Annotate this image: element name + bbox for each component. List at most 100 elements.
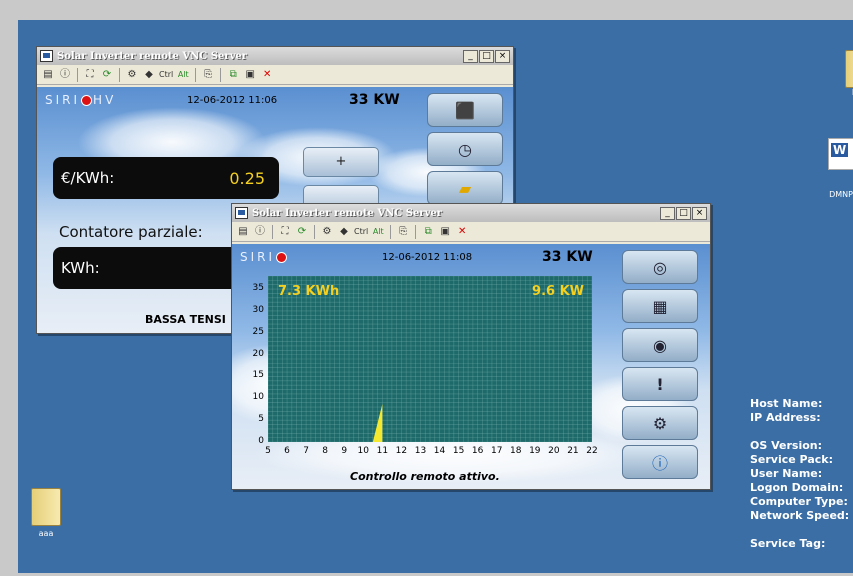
app-icon [235, 207, 248, 219]
title-bar[interactable]: Solar Inverter remote VNC Server _ □ × [232, 204, 710, 222]
x-tick-label: 15 [452, 446, 465, 456]
x-tick-label: 5 [265, 446, 271, 456]
sirio-logo: SIRI HV [45, 93, 117, 107]
x-tick-label: 12 [395, 446, 408, 456]
new-connection-icon[interactable]: ⧉ [421, 225, 435, 239]
toolbar-separator [195, 67, 197, 82]
fullscreen-icon[interactable]: ⛶ [83, 68, 97, 82]
chart-plot [268, 276, 592, 442]
x-tick-label: 7 [303, 446, 309, 456]
app-icon [40, 50, 53, 62]
vnc-toolbar: ▤ ⓘ ⛶ ⟳ ⚙ ◆ Ctrl Alt ⎘ ⧉ ▣ ✕ [232, 222, 710, 242]
properties-icon[interactable]: ▤ [236, 225, 250, 239]
alert-icon: ! [656, 374, 664, 394]
energy-total: 7.3 KWh [278, 284, 340, 299]
clock-button[interactable]: ◷ [427, 132, 503, 166]
y-tick-label: 35 [252, 283, 264, 294]
clipboard-icon[interactable]: ⎘ [201, 68, 215, 82]
start-icon[interactable]: ◆ [142, 68, 156, 82]
service-pack-label: Service Pack: [750, 453, 833, 466]
camera-button[interactable]: ◉ [622, 328, 698, 362]
production-chart: 7.3 KWh 9.6 KW [268, 276, 592, 442]
alt-key-button[interactable]: Alt [371, 225, 385, 239]
disconnect-icon[interactable]: ✕ [455, 225, 469, 239]
y-tick-label: 20 [252, 348, 264, 359]
settings-button[interactable]: ⚙ [622, 406, 698, 440]
host-name-label: Host Name: [750, 397, 823, 410]
x-tick-label: 14 [433, 446, 446, 456]
info-button[interactable]: ⓘ [622, 445, 698, 479]
alarm-button[interactable]: ! [622, 367, 698, 401]
toolbar-separator [272, 224, 273, 239]
disconnect-icon[interactable]: ✕ [260, 68, 274, 82]
x-tick-label: 19 [529, 446, 541, 456]
refresh-icon[interactable]: ⟳ [100, 68, 114, 82]
maximize-button[interactable]: □ [479, 49, 494, 63]
toolbar-separator [390, 224, 392, 239]
x-tick-label: 16 [471, 446, 484, 456]
y-tick-label: 10 [252, 392, 264, 403]
minimize-button[interactable]: _ [463, 49, 478, 63]
x-tick-label: 8 [322, 446, 329, 456]
vnc-toolbar: ▤ ⓘ ⛶ ⟳ ⚙ ◆ Ctrl Alt ⎘ ⧉ ▣ ✕ [37, 65, 513, 85]
x-tick-label: 22 [586, 446, 598, 456]
title-bar[interactable]: Solar Inverter remote VNC Server _ □ × [37, 47, 513, 65]
partial-counter-label: Contatore parziale: [59, 223, 203, 241]
save-icon[interactable]: ▣ [438, 225, 452, 239]
start-icon[interactable]: ◆ [337, 225, 351, 239]
word-doc-icon[interactable]: DMNP [826, 138, 853, 199]
refresh-icon[interactable]: ⟳ [295, 225, 309, 239]
os-version-label: OS Version: [750, 439, 823, 452]
chart-view-button[interactable]: ▦ [622, 289, 698, 323]
new-connection-icon[interactable]: ⧉ [226, 68, 240, 82]
properties-icon[interactable]: ▤ [41, 68, 55, 82]
fullscreen-icon[interactable]: ⛶ [278, 225, 292, 239]
clipboard-icon[interactable]: ⎘ [396, 225, 410, 239]
minimize-button[interactable]: _ [660, 206, 675, 220]
ctrl-key-button[interactable]: Ctrl [354, 225, 368, 239]
power-readout: 33 KW [542, 249, 593, 265]
close-button[interactable]: × [495, 49, 510, 63]
folder-icon-right[interactable]: D [840, 50, 853, 97]
y-tick-label: 25 [252, 326, 264, 337]
increment-button[interactable]: + [303, 147, 379, 177]
x-tick-label: 18 [510, 446, 522, 456]
price-display: €/KWh: 0.25 [53, 157, 279, 199]
x-tick-label: 20 [548, 446, 560, 456]
ctrl-alt-del-icon[interactable]: ⚙ [125, 68, 139, 82]
socket-button[interactable]: ⬛ [427, 93, 503, 127]
ctrl-alt-del-icon[interactable]: ⚙ [320, 225, 334, 239]
toolbar-separator [415, 224, 417, 239]
x-tick-label: 17 [490, 446, 503, 456]
y-tick-label: 15 [252, 370, 264, 381]
close-button[interactable]: × [692, 206, 707, 220]
folder-icon-aaa[interactable]: aaa [26, 488, 66, 538]
maximize-button[interactable]: □ [676, 206, 691, 220]
desktop-icon-label: D [840, 88, 853, 97]
eraser-icon: ▰ [458, 178, 472, 198]
window-title: Solar Inverter remote VNC Server [57, 50, 248, 62]
x-tick-label: 11 [376, 446, 389, 456]
camera-icon: ◉ [653, 335, 667, 355]
info-icon[interactable]: ⓘ [58, 68, 72, 82]
y-tick-label: 5 [258, 414, 264, 425]
x-tick-label: 13 [414, 446, 427, 456]
eraser-button[interactable]: ▰ [427, 171, 503, 205]
price-value: 0.25 [229, 168, 265, 188]
x-tick-label: 9 [341, 446, 348, 456]
desktop-icon-label: DMNP [829, 190, 853, 199]
info-icon[interactable]: ⓘ [253, 225, 267, 239]
datetime: 12-06-2012 11:08 [382, 252, 473, 263]
datetime: 12-06-2012 11:06 [187, 95, 278, 106]
inverter-panel: SIRI 12-06-2012 11:08 33 KW 7.3 KWh 9.6 … [232, 244, 710, 489]
toolbar-separator [77, 67, 78, 82]
ctrl-key-button[interactable]: Ctrl [159, 68, 173, 82]
alt-key-button[interactable]: Alt [176, 68, 190, 82]
save-icon[interactable]: ▣ [243, 68, 257, 82]
network-speed-label: Network Speed: [750, 509, 850, 522]
gauge-button[interactable]: ◎ [622, 250, 698, 284]
vnc-window-front[interactable]: Solar Inverter remote VNC Server _ □ × ▤… [231, 203, 711, 490]
ip-address-label: IP Address: [750, 411, 821, 424]
x-tick-label: 10 [357, 446, 369, 456]
user-name-label: User Name: [750, 467, 823, 480]
